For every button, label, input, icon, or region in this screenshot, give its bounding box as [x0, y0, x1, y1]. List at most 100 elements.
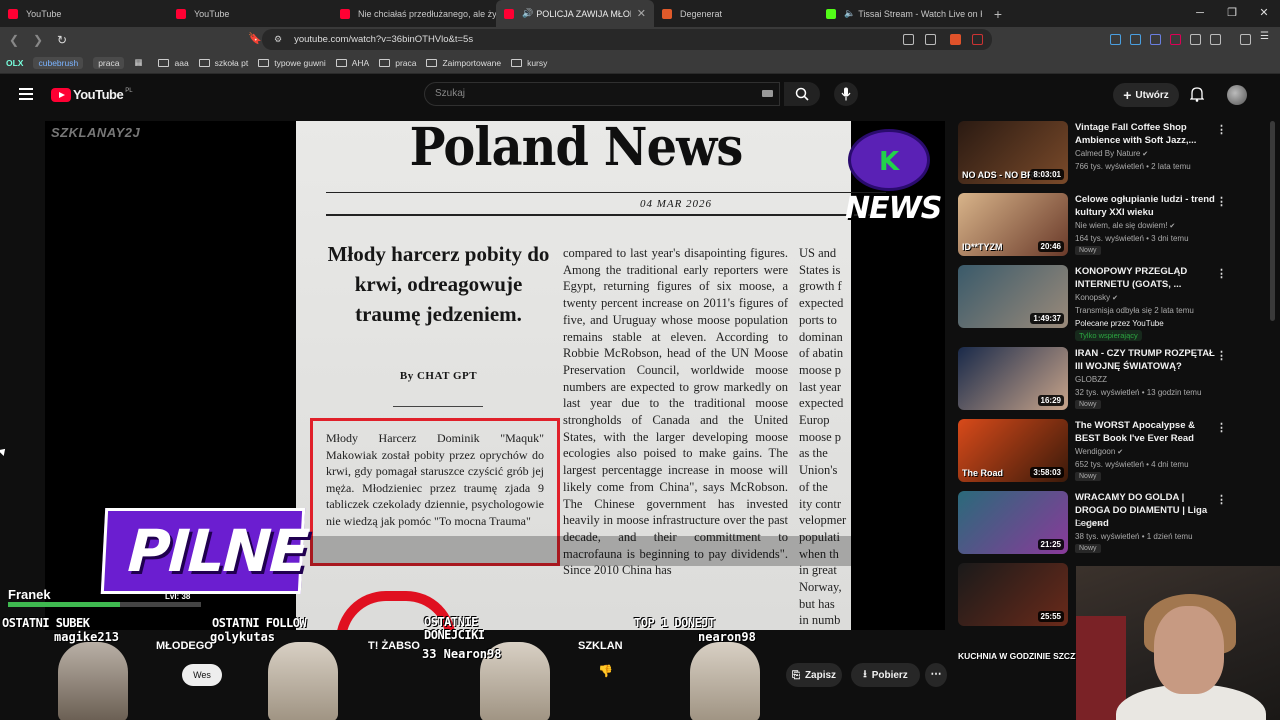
reload-icon[interactable]: ↻: [52, 33, 72, 47]
menu-icon[interactable]: ☰: [1260, 31, 1271, 42]
search-button[interactable]: [784, 82, 820, 106]
more-options-icon[interactable]: ⋮: [1216, 195, 1227, 208]
extension-icon[interactable]: [1110, 34, 1121, 45]
scrollbar[interactable]: [1270, 121, 1275, 321]
video-title[interactable]: The WORST Apocalypse & BEST Book I've Ev…: [1075, 419, 1215, 445]
video-thumbnail[interactable]: 21:25: [958, 491, 1068, 554]
video-thumbnail[interactable]: 1:49:37: [958, 265, 1068, 328]
video-thumbnail[interactable]: 16:29: [958, 347, 1068, 410]
channel-name[interactable]: Konopsky ✔: [1075, 292, 1220, 305]
more-options-icon[interactable]: ⋮: [1216, 421, 1227, 434]
minimize-icon[interactable]: ─: [1184, 0, 1216, 27]
url-field[interactable]: ⚙ youtube.com/watch?v=36binOTHVlo&t=5s: [262, 29, 992, 50]
more-options-icon[interactable]: ⋮: [1216, 349, 1227, 362]
bookmark-add-icon: ⎘: [791, 669, 800, 681]
sidebar-icon[interactable]: [1210, 34, 1221, 45]
bookmark-praca[interactable]: praca: [93, 56, 125, 69]
suggested-video[interactable]: 16:29 IRAN - CZY TRUMP ROZPĘTAŁ III WOJNĘ…: [958, 347, 1228, 419]
bookmark-folder[interactable]: AHA: [335, 58, 369, 68]
video-title[interactable]: Vintage Fall Coffee Shop Ambience with S…: [1075, 121, 1215, 147]
alert-name: nearon98: [698, 630, 756, 644]
brave-shield-icon[interactable]: [950, 34, 961, 45]
account-avatar[interactable]: [1227, 85, 1247, 105]
suggested-video[interactable]: NO ADS - NO BREAKS 8:03:01 Vintage Fall Co…: [958, 121, 1228, 193]
bookmark-folder[interactable]: typowe guwni: [258, 58, 326, 68]
bookmark-folder[interactable]: aaa: [158, 58, 189, 68]
video-title[interactable]: Celowe ogłupianie ludzi - trend kultury …: [1075, 193, 1215, 219]
rewards-icon[interactable]: [972, 34, 983, 45]
logo-text: YouTube: [73, 87, 124, 102]
notifications-bell-icon[interactable]: [1190, 86, 1204, 102]
close-window-icon[interactable]: ✕: [1248, 0, 1280, 27]
youtube-logo[interactable]: YouTube PL: [51, 87, 133, 102]
browser-tab-active[interactable]: 🔊 POLICJA ZAWIJA MŁODEGO S ✕: [496, 0, 654, 27]
channel-name[interactable]: Gucio ✔: [1075, 518, 1220, 531]
hamburger-menu-icon[interactable]: [19, 88, 33, 100]
suggested-video[interactable]: ID**TYZM 20:46 Celowe ogłupianie ludzi - t…: [958, 193, 1228, 265]
pixel-cat-image: [58, 642, 128, 720]
bookmark-label: kursy: [527, 57, 548, 68]
close-tab-icon[interactable]: ✕: [637, 7, 646, 20]
tab-title: Degenerat: [680, 8, 723, 19]
video-thumbnail[interactable]: NO ADS - NO BREAKS 8:03:01: [958, 121, 1068, 184]
bookmark-folder[interactable]: Zaimportowane: [426, 58, 501, 68]
search-input[interactable]: Szukaj: [424, 82, 780, 106]
back-icon[interactable]: ❮: [4, 33, 24, 47]
new-badge: Nowy: [1075, 400, 1101, 409]
bookmark-folder[interactable]: szkoła pt: [198, 58, 248, 68]
kick-favicon-icon: [826, 8, 836, 19]
video-thumbnail[interactable]: The Road 3:58:03: [958, 419, 1068, 482]
share-icon[interactable]: [925, 34, 936, 45]
subscribe-button-partial[interactable]: Wes: [182, 664, 222, 686]
save-button[interactable]: ⎘ Zapisz: [786, 663, 842, 687]
dislike-icon[interactable]: 👎: [598, 664, 618, 684]
new-badge: Nowy: [1075, 472, 1101, 481]
video-title[interactable]: KONOPOWY PRZEGLĄD INTERNETU (GOATS, ...: [1075, 265, 1215, 291]
channel-name[interactable]: Wendigoon ✔: [1075, 446, 1220, 459]
video-title[interactable]: IRAN - CZY TRUMP ROZPĘTAŁ III WOJNĘ ŚWIA…: [1075, 347, 1215, 373]
restore-icon[interactable]: ❐: [1216, 0, 1248, 27]
media-icon[interactable]: [1240, 34, 1251, 45]
browser-tab[interactable]: YouTube: [0, 0, 168, 27]
site-info-icon[interactable]: ⚙: [274, 34, 282, 45]
apps-grid-icon[interactable]: ▦: [134, 57, 142, 68]
cat-image: [690, 642, 760, 720]
suggested-video[interactable]: 21:25 WRACAMY DO GOLDA | DROGA DO DIAMENT…: [958, 491, 1228, 563]
channel-name[interactable]: Calmed By Nature ✔: [1075, 148, 1220, 161]
bookmark-cubebrush[interactable]: cubebrush: [33, 56, 84, 69]
suggested-video[interactable]: 1:49:37 KONOPOWY PRZEGLĄD INTERNETU (GOAT…: [958, 265, 1228, 341]
extensions-puzzle-icon[interactable]: [1190, 34, 1201, 45]
extension-icon[interactable]: [1170, 34, 1181, 45]
download-button[interactable]: ⭳ Pobierz: [851, 663, 920, 687]
bookmark-olx[interactable]: OLX: [6, 58, 23, 68]
suggested-video[interactable]: The Road 3:58:03 The WORST Apocalypse & BE…: [958, 419, 1228, 491]
video-meta: 766 tys. wyświetleń • 2 lata temu: [1075, 162, 1191, 171]
voice-search-button[interactable]: [834, 82, 858, 106]
article-byline: By CHAT GPT: [399, 370, 478, 382]
duration-badge: 3:58:03: [1030, 467, 1064, 478]
video-thumbnail[interactable]: 25:55: [958, 563, 1068, 626]
more-actions-button[interactable]: ⋯: [925, 663, 947, 687]
browser-tab[interactable]: 🔈 Tissai Stream - Watch Live on Kick: [818, 0, 982, 27]
new-tab-icon[interactable]: +: [988, 6, 1008, 22]
keyboard-icon[interactable]: [762, 90, 773, 97]
bookmark-icon[interactable]: 🔖: [248, 32, 262, 45]
cast-icon[interactable]: [903, 34, 914, 45]
browser-tab[interactable]: Degenerat: [654, 0, 818, 27]
browser-tab[interactable]: Nie chciałaś przedłużanego, ale żyć z: [332, 0, 496, 27]
cat-image: [268, 642, 338, 720]
create-button[interactable]: + Utwórz: [1113, 83, 1179, 107]
browser-tab[interactable]: YouTube: [168, 0, 332, 27]
pilne-banner: PILNE: [100, 508, 309, 594]
more-options-icon[interactable]: ⋮: [1216, 267, 1227, 280]
more-options-icon[interactable]: ⋮: [1216, 123, 1227, 136]
extension-icon[interactable]: [1130, 34, 1141, 45]
more-options-icon[interactable]: ⋮: [1216, 493, 1227, 506]
extension-icon[interactable]: [1150, 34, 1161, 45]
video-thumbnail[interactable]: ID**TYZM 20:46: [958, 193, 1068, 256]
channel-name[interactable]: GLOBZZ: [1075, 374, 1220, 386]
bookmark-folder[interactable]: kursy: [511, 58, 547, 68]
forward-icon[interactable]: ❯: [28, 33, 48, 47]
channel-name[interactable]: Nie wiem, ale się dowiem! ✔: [1075, 220, 1220, 233]
bookmark-folder[interactable]: praca: [379, 58, 416, 68]
